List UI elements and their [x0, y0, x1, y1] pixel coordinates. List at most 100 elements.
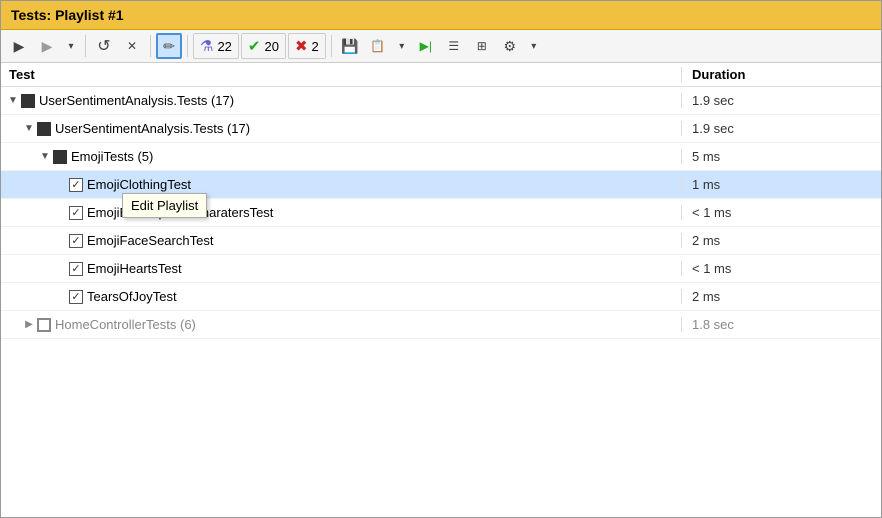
flask-icon: ⚗	[200, 37, 213, 55]
separator-4	[331, 35, 332, 57]
test-cell: ▼ UserSentimentAnalysis.Tests (17)	[1, 121, 681, 137]
duration-cell: 2 ms	[681, 289, 841, 304]
test-header-label: Test	[9, 67, 35, 82]
test-cell: ▶ HomeControllerTests (6)	[1, 317, 681, 333]
failed-tests-btn[interactable]: ✖ 2	[288, 33, 326, 59]
run-dropdown-btn[interactable]: ▾	[62, 33, 80, 59]
rerun-btn[interactable]: ↺	[91, 33, 117, 59]
duration-cell: 1 ms	[681, 177, 841, 192]
row-label: EmojiFaceSearchTest	[87, 233, 213, 248]
duration-cell: 2 ms	[681, 233, 841, 248]
test-cell: ✓ EmojiFaceSearchTest	[1, 233, 681, 248]
save-btn[interactable]: 💾	[337, 33, 363, 59]
stop-icon: ✕	[127, 39, 137, 53]
table-row[interactable]: ✓ TearsOfJoyTest 2 ms	[1, 283, 881, 311]
checkbox-filled[interactable]	[21, 94, 35, 108]
settings-btn[interactable]: ⚙	[497, 33, 523, 59]
row-label: TearsOfJoyTest	[87, 289, 177, 304]
check-icon: ✔	[248, 37, 261, 55]
duration-value: 1.9 sec	[692, 121, 734, 136]
checkbox-check[interactable]: ✓	[69, 234, 83, 248]
duration-value: < 1 ms	[692, 261, 731, 276]
content-area: Test Duration Edit Playlist ▼ UserSentim…	[1, 63, 881, 517]
duration-value: < 1 ms	[692, 205, 731, 220]
table-row[interactable]: ▼ UserSentimentAnalysis.Tests (17) 1.9 s…	[1, 115, 881, 143]
row-label: EmojiClothingTest	[87, 177, 191, 192]
list-icon: ☰	[448, 39, 459, 53]
save-icon: 💾	[341, 38, 358, 55]
checkbox-empty[interactable]	[37, 318, 51, 332]
table-row[interactable]: ▼ EmojiTests (5) 5 ms	[1, 143, 881, 171]
copy-btn[interactable]: 📋	[365, 33, 391, 59]
failed-count: 2	[312, 39, 319, 54]
tooltip-text: Edit Playlist	[131, 198, 198, 213]
duration-cell: 1.9 sec	[681, 93, 841, 108]
run-all-icon: ▶	[14, 38, 25, 55]
expand-arrow-icon[interactable]: ▼	[5, 93, 21, 109]
duration-column-header: Duration	[681, 67, 841, 82]
separator-3	[187, 35, 188, 57]
duration-value: 1.9 sec	[692, 93, 734, 108]
expand-arrow-icon[interactable]: ▶	[21, 317, 37, 333]
duration-header-label: Duration	[692, 67, 745, 82]
duration-value: 2 ms	[692, 289, 720, 304]
separator-1	[85, 35, 86, 57]
checkbox-filled[interactable]	[53, 150, 67, 164]
tree-body: ▼ UserSentimentAnalysis.Tests (17) 1.9 s…	[1, 87, 881, 517]
total-count: 22	[217, 39, 231, 54]
table-row[interactable]: ▶ HomeControllerTests (6) 1.8 sec	[1, 311, 881, 339]
passed-tests-btn[interactable]: ✔ 20	[241, 33, 286, 59]
run-selected-btn[interactable]: ▶	[34, 33, 60, 59]
copy-dropdown-icon: ▾	[399, 41, 404, 52]
row-label: UserSentimentAnalysis.Tests (17)	[39, 93, 234, 108]
total-tests-btn[interactable]: ⚗ 22	[193, 33, 239, 59]
checkbox-filled[interactable]	[37, 122, 51, 136]
row-label: EmojiTests (5)	[71, 149, 153, 164]
expand-arrow-icon[interactable]: ▼	[37, 149, 53, 165]
table-row[interactable]: ▼ UserSentimentAnalysis.Tests (17) 1.9 s…	[1, 87, 881, 115]
test-cell: ✓ TearsOfJoyTest	[1, 289, 681, 304]
checkbox-check[interactable]: ✓	[69, 290, 83, 304]
copy-icon: 📋	[370, 39, 385, 53]
list-btn[interactable]: ☰	[441, 33, 467, 59]
dropdown-arrow-icon: ▾	[68, 41, 73, 52]
table-header: Test Duration	[1, 63, 881, 87]
run-all-btn[interactable]: ▶	[6, 33, 32, 59]
stop-btn[interactable]: ✕	[119, 33, 145, 59]
test-cell: ▼ EmojiTests (5)	[1, 149, 681, 165]
rerun-icon: ↺	[97, 36, 110, 56]
grid-icon: ⊞	[477, 39, 487, 53]
duration-value: 1 ms	[692, 177, 720, 192]
run-debug-icon: ▶|	[420, 39, 432, 53]
expand-arrow-icon[interactable]: ▼	[21, 121, 37, 137]
run-debug-btn[interactable]: ▶|	[413, 33, 439, 59]
title-bar: Tests: Playlist #1	[1, 1, 881, 30]
duration-cell: < 1 ms	[681, 205, 841, 220]
edit-playlist-btn[interactable]: ✏	[156, 33, 182, 59]
pencil-icon: ✏	[163, 38, 175, 55]
test-cell: ✓ EmojiExtraSpecialCharatersTest	[1, 205, 681, 220]
test-cell: ✓ EmojiHeartsTest	[1, 261, 681, 276]
copy-dropdown-btn[interactable]: ▾	[393, 33, 411, 59]
checkbox-check[interactable]: ✓	[69, 206, 83, 220]
duration-cell: 5 ms	[681, 149, 841, 164]
duration-cell: 1.8 sec	[681, 317, 841, 332]
settings-dropdown-btn[interactable]: ▾	[525, 33, 543, 59]
checkbox-check[interactable]: ✓	[69, 178, 83, 192]
table-row[interactable]: ✓ EmojiFaceSearchTest 2 ms	[1, 227, 881, 255]
toolbar: ▶ ▶ ▾ ↺ ✕ ✏ ⚗ 22 ✔ 20 ✖	[1, 30, 881, 63]
settings-dropdown-icon: ▾	[531, 41, 536, 52]
cross-icon: ✖	[295, 37, 308, 55]
grid-btn[interactable]: ⊞	[469, 33, 495, 59]
checkbox-check[interactable]: ✓	[69, 262, 83, 276]
settings-icon: ⚙	[504, 38, 517, 55]
test-column-header: Test	[1, 67, 681, 82]
duration-cell: 1.9 sec	[681, 121, 841, 136]
duration-value: 5 ms	[692, 149, 720, 164]
table-row[interactable]: ✓ EmojiHeartsTest < 1 ms	[1, 255, 881, 283]
row-label: UserSentimentAnalysis.Tests (17)	[55, 121, 250, 136]
duration-value: 2 ms	[692, 233, 720, 248]
row-label: HomeControllerTests (6)	[55, 317, 196, 332]
main-window: Tests: Playlist #1 ▶ ▶ ▾ ↺ ✕ ✏ ⚗ 22	[0, 0, 882, 518]
test-cell: ▼ UserSentimentAnalysis.Tests (17)	[1, 93, 681, 109]
